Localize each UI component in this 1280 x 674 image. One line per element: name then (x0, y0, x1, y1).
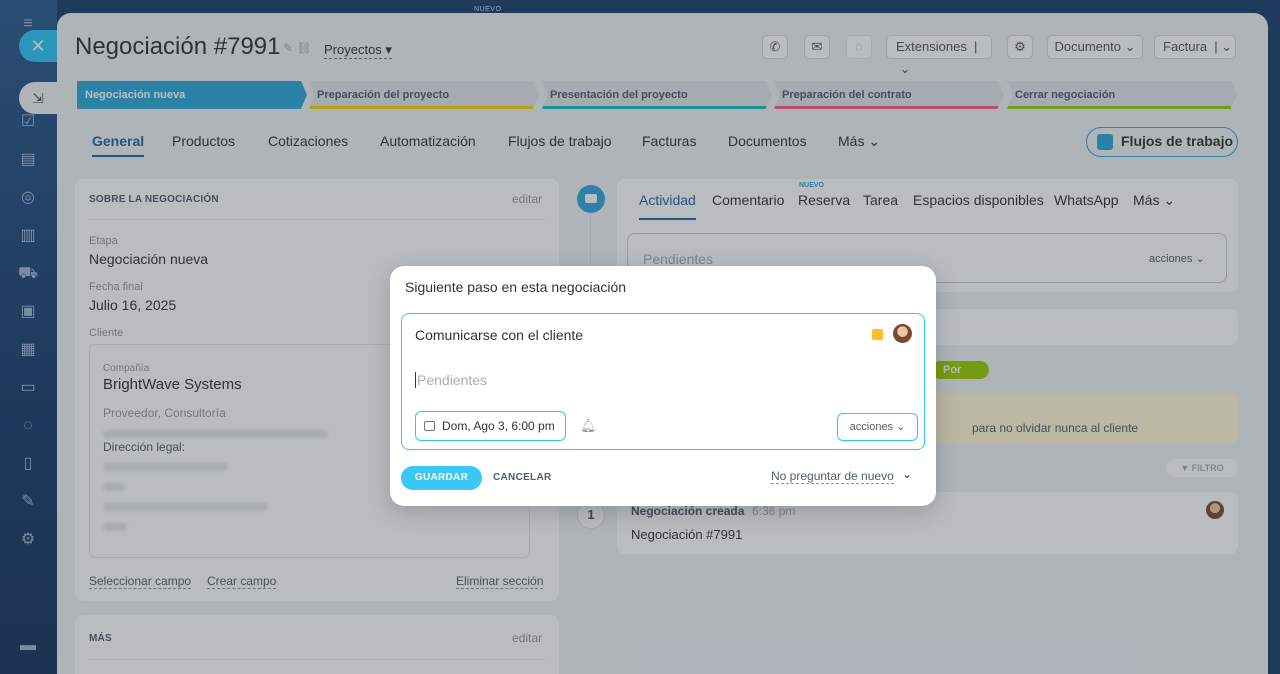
calendar-icon (424, 421, 435, 431)
todo-editor: Comunicarse con el cliente Pendientes Do… (401, 313, 925, 450)
dont-ask-again-link[interactable]: No preguntar de nuevo (771, 469, 894, 484)
bell-icon[interactable]: 🔔︎ (580, 418, 597, 434)
color-flag-icon[interactable] (872, 329, 883, 340)
next-step-modal: Siguiente paso en esta negociación Comun… (390, 266, 936, 506)
responsible-avatar[interactable] (893, 324, 912, 343)
save-button[interactable]: GUARDAR (401, 466, 482, 490)
cancel-button[interactable]: CANCELAR (493, 472, 552, 483)
chevron-down-icon[interactable]: ⌄ (902, 467, 912, 481)
todo-description-input[interactable]: Pendientes (415, 372, 487, 388)
modal-title: Siguiente paso en esta negociación (405, 279, 627, 295)
deadline-picker[interactable]: Dom, Ago 3, 6:00 pm (415, 411, 566, 441)
todo-subject[interactable]: Comunicarse con el cliente (415, 327, 583, 343)
modal-actions-dropdown[interactable]: acciones ⌄ (837, 413, 918, 441)
